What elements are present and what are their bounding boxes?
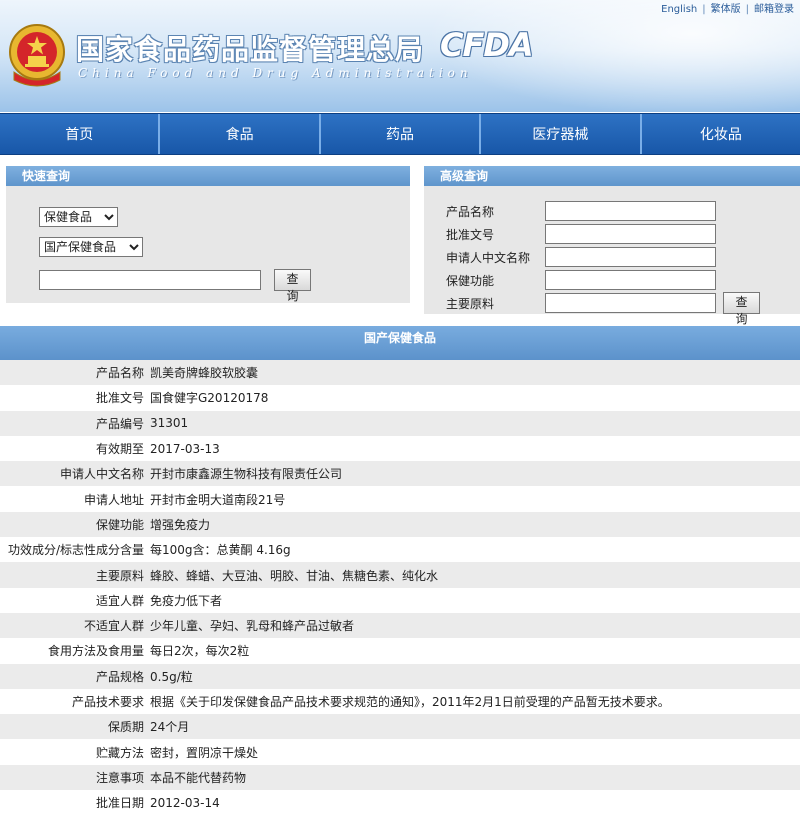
label-product-name: 产品名称 [446,205,495,219]
english-link[interactable]: English [661,4,697,15]
label-approval-number: 批准文号 [446,228,495,242]
row-value: 凯美奇牌蜂胶软胶囊 [150,366,259,381]
row-label: 贮藏方法 [95,745,144,760]
nav-cosmetics[interactable]: 化妆品 [641,114,800,154]
subcategory-select[interactable]: 国产保健食品 [39,237,143,257]
label-main-ingredients: 主要原料 [446,297,495,311]
row-label: 食用方法及食用量 [47,644,144,659]
row-value: 每100g含：总黄酮 4.16g [150,543,291,558]
label-health-function: 保健功能 [446,274,495,288]
row-label: 产品技术要求 [71,695,144,709]
top-links: English | 繁体版 | 邮箱登录 [661,0,794,15]
advanced-search-title: 高级查询 [424,166,800,186]
row-value: 每日2次，每次2粒 [150,644,250,659]
quick-search-panel: 快速查询 保健食品 国产保健食品 查询 [6,166,410,303]
label-applicant-name: 申请人中文名称 [446,251,531,265]
table-row: 申请人中文名称 开封市康鑫源生物科技有限责任公司 [0,461,800,487]
quick-search-title: 快速查询 [6,166,410,186]
row-value: 本品不能代替药物 [150,770,247,785]
table-row: 注意事项 本品不能代替药物 [0,764,800,791]
result-title: 国产保健食品 [0,326,800,360]
nav-medical-device[interactable]: 医疗器械 [481,114,642,154]
row-label: 保健功能 [95,517,144,532]
row-value: 根据《关于印发保健食品产品技术要求规范的通知》，2011年2月1日前受理的产品暂… [150,695,670,709]
nav-food[interactable]: 食品 [160,114,321,154]
table-row: 产品编号 31301 [0,410,800,436]
table-row: 批准文号 国食健字G20120178 [0,385,800,411]
approval-number-input[interactable] [545,224,716,244]
row-value: 开封市金明大道南段21号 [150,492,286,507]
nav-drug[interactable]: 药品 [320,114,482,154]
row-value: 31301 [150,416,189,431]
table-row: 不适宜人群 少年儿童、孕妇、乳母和蜂产品过敏者 [0,612,800,639]
table-row: 食用方法及食用量 每日2次，每次2粒 [0,638,800,664]
traditional-link[interactable]: 繁体版 [711,4,741,15]
row-value: 0.5g/粒 [150,669,193,684]
site-title-en: China Food and Drug Administration [78,66,473,80]
row-value: 增强免疫力 [150,517,211,532]
table-row: 申请人地址 开封市金明大道南段21号 [0,486,800,512]
table-row: 批准日期 2012-03-14 [0,790,800,816]
row-label: 注意事项 [95,770,144,785]
table-row: 产品名称 凯美奇牌蜂胶软胶囊 [0,360,800,386]
applicant-name-input[interactable] [545,247,716,267]
table-row: 产品技术要求 根据《关于印发保健食品产品技术要求规范的通知》，2011年2月1日前… [0,688,800,715]
main-ingredients-input[interactable] [545,293,716,313]
row-label: 保质期 [107,720,144,735]
table-row: 有效期至 2017-03-13 [0,435,800,462]
quick-search-input[interactable] [39,270,261,290]
table-row: 主要原料 蜂胶、蜂蜡、大豆油、明胶、甘油、焦糖色素、纯化水 [0,562,800,588]
category-select[interactable]: 保健食品 [39,207,118,227]
row-value: 密封，置阴凉干燥处 [150,745,259,760]
row-label: 功效成分/标志性成分含量 [7,543,144,558]
table-row: 适宜人群 免疫力低下者 [0,587,800,613]
row-label: 适宜人群 [95,593,144,608]
row-label: 主要原料 [95,568,144,583]
result-table: 产品名称 凯美奇牌蜂胶软胶囊 批准文号 国食健字G20120178 产品编号 31301 有… [0,360,800,816]
row-label: 批准文号 [95,391,144,406]
link-separator: | [745,4,749,15]
health-function-input[interactable] [545,270,716,290]
row-label: 不适宜人群 [83,619,144,634]
main-nav: 首页 食品 药品 医疗器械 化妆品 [0,113,800,155]
table-row: 功效成分/标志性成分含量 每100g含：总黄酮 4.16g [0,537,800,563]
cfda-logo: CFDA [440,26,534,64]
row-value: 2017-03-13 [150,441,220,456]
row-label: 申请人中文名称 [59,467,144,482]
site-header: English | 繁体版 | 邮箱登录 国家食品药品监督管理总局 China Food… [0,0,800,112]
row-value: 少年儿童、孕妇、乳母和蜂产品过敏者 [150,619,355,634]
row-label: 产品编号 [95,416,144,431]
table-row: 保质期 24个月 [0,714,800,740]
advanced-search-panel: 高级查询 产品名称 批准文号 申请人中文名称 保健功能 主要原料 查询 [424,166,800,326]
mail-login-link[interactable]: 邮箱登录 [754,4,794,15]
row-value: 24个月 [150,720,190,735]
row-label: 申请人地址 [83,492,144,507]
table-row: 贮藏方法 密封，置阴凉干燥处 [0,739,800,765]
product-name-input[interactable] [545,201,716,221]
row-label: 有效期至 [95,442,144,457]
row-label: 产品规格 [95,669,144,684]
row-value: 开封市康鑫源生物科技有限责任公司 [150,467,343,482]
row-value: 免疫力低下者 [150,593,223,608]
row-value: 2012-03-14 [150,795,220,810]
row-value: 蜂胶、蜂蜡、大豆油、明胶、甘油、焦糖色素、纯化水 [150,568,439,583]
table-row: 保健功能 增强免疫力 [0,511,800,538]
national-emblem-icon [9,24,65,87]
table-row: 产品规格 0.5g/粒 [0,663,800,689]
row-label: 批准日期 [95,796,144,811]
advanced-search-button[interactable]: 查询 [723,292,760,326]
nav-home[interactable]: 首页 [0,114,161,154]
row-value: 国食健字G20120178 [150,391,269,406]
link-separator: | [702,4,706,15]
site-title-cn: 国家食品药品监督管理总局 [76,33,425,66]
row-label: 产品名称 [95,366,144,381]
quick-search-button[interactable]: 查询 [274,269,311,303]
